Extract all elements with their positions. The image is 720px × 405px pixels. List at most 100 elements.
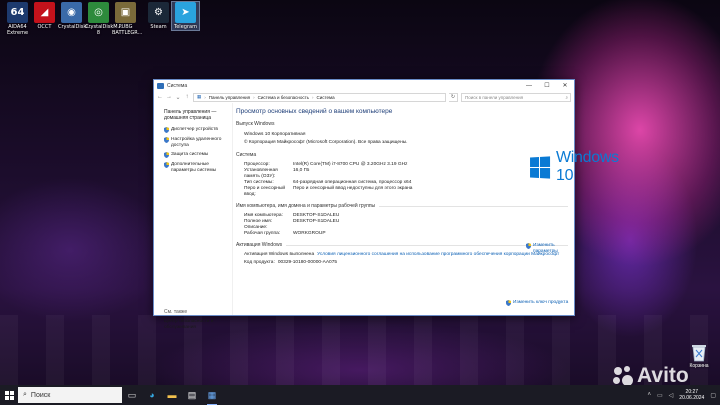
edition-heading: Выпуск Windows	[236, 121, 275, 127]
close-button[interactable]: ✕	[556, 80, 574, 91]
volume-icon[interactable]: ◁	[669, 392, 674, 399]
control-panel-taskbar-icon[interactable]: ▦	[202, 385, 222, 405]
recycle-bin-label: Корзина	[689, 363, 709, 369]
edge-icon[interactable]: ◕	[142, 385, 162, 405]
see-also-title: См. также	[164, 309, 188, 315]
breadcrumb[interactable]: ▦ › Панель управления › Система и безопа…	[193, 92, 446, 102]
desktop-shortcut[interactable]: ◉ CrystalDiskI...	[58, 2, 93, 30]
breadcrumb-item[interactable]: Система и безопасность	[258, 95, 309, 100]
computer-info: Имя компьютера: DESKTOP-S1DALEU Полное имя…	[236, 213, 568, 237]
change-settings-link[interactable]: Изменить параметры	[526, 243, 572, 254]
system-window[interactable]: Система — ☐ ✕ ← → ⌄ ↑ ▦ › Панель управле…	[153, 79, 619, 330]
product-id-value: 00329-10180-00000-AA075	[277, 260, 338, 265]
crystaldiskmark-icon: ◎	[88, 2, 109, 23]
window-title: Система	[167, 82, 188, 89]
store-icon[interactable]: ▤	[182, 385, 202, 405]
maximize-button[interactable]: ☐	[538, 80, 556, 91]
minimize-button[interactable]: —	[520, 80, 538, 91]
avito-logo-icon	[612, 365, 634, 387]
security-center-link[interactable]: Центр безопасности и обслуживания	[164, 319, 232, 330]
shield-icon	[164, 152, 169, 158]
info-label: Установленная память (ОЗУ):	[244, 168, 278, 179]
file-explorer-icon[interactable]: ▬	[162, 385, 182, 405]
sidebar-item-advanced-settings[interactable]: Дополнительные параметры системы	[164, 162, 232, 173]
info-label: Перо и сенсорный ввод:	[244, 186, 286, 197]
sidebar-item-device-manager[interactable]: Диспетчер устройств	[164, 127, 232, 133]
computer-heading: Имя компьютера, имя домена и параметры р…	[236, 203, 376, 209]
desktop-shortcut[interactable]: ➤ Telegram	[171, 1, 200, 31]
desktop-shortcut-label: CrystalDiskM... 8	[85, 24, 123, 36]
activation-status-row: Активация Windows выполнена Условия лице…	[236, 252, 568, 258]
sidebar-item-label: Дополнительные параметры системы	[171, 162, 217, 173]
control-panel-search-input[interactable]: Поиск в панели управления ⌕	[461, 92, 571, 102]
change-settings-label: Изменить параметры	[533, 243, 558, 254]
pubg-icon: ▣	[115, 2, 136, 23]
desktop-shortcut-label: AIDA64 Extreme	[6, 24, 29, 36]
sidebar-item-remote-access[interactable]: Настройка удаленного доступа	[164, 137, 232, 148]
page-title: Просмотр основных сведений о вашем компь…	[236, 108, 393, 115]
taskbar-search-placeholder: Поиск	[30, 391, 51, 399]
breadcrumb-item[interactable]: Система	[317, 95, 335, 100]
shield-icon	[164, 162, 169, 168]
system-info: Процессор: Intel(R) Core(TM) i7-8700 CPU …	[236, 162, 568, 198]
windows-start-icon	[4, 390, 14, 400]
up-arrow-icon[interactable]: ↑	[184, 94, 190, 100]
info-label: Рабочая группа:	[244, 231, 281, 236]
refresh-icon[interactable]: ↻	[449, 92, 458, 102]
system-window-icon	[157, 82, 164, 89]
steam-icon: ⚙	[148, 2, 169, 23]
search-icon: ⌕	[565, 94, 568, 100]
address-bar-row: ← → ⌄ ↑ ▦ › Панель управления › Система …	[154, 91, 574, 103]
crystaldiskinfo-icon: ◉	[61, 2, 82, 23]
shield-icon	[506, 300, 511, 306]
back-arrow-icon[interactable]: ←	[157, 94, 163, 100]
activation-status: Активация Windows выполнена	[244, 252, 315, 257]
sidebar-item-label: Настройка удаленного доступа	[171, 137, 222, 148]
breadcrumb-item[interactable]: Панель управления	[209, 95, 250, 100]
sidebar-home-link[interactable]: Панель управления — домашняя страница	[164, 109, 232, 121]
sidebar-item-system-protection[interactable]: Защита системы	[164, 152, 232, 158]
search-icon: ⌕	[23, 391, 27, 398]
main-content: Просмотр основных сведений о вашем компь…	[233, 103, 619, 315]
shield-icon	[526, 243, 531, 249]
network-icon[interactable]: ▭	[657, 392, 663, 399]
shield-icon	[164, 127, 169, 133]
notifications-icon[interactable]: ▢	[710, 392, 716, 399]
occt-icon: ◢	[34, 2, 55, 23]
product-id-label: Код продукта:	[244, 260, 275, 265]
info-value: Перо и сенсорный ввод недоступны для это…	[293, 186, 413, 191]
recent-chevron-icon[interactable]: ⌄	[175, 94, 181, 101]
info-row: Рабочая группа: WORKGROUP	[236, 231, 568, 237]
recycle-bin[interactable]: Корзина	[686, 342, 712, 369]
aida64-icon: 64	[7, 2, 28, 23]
taskbar: ⌕ Поиск ▭ ◕ ▬ ▤ ▦ ˄ ▭ ◁ 20:27 20.06.2024…	[0, 385, 720, 405]
edition-copyright: © Корпорация Майкрософт (Microsoft Corpo…	[244, 139, 408, 145]
forward-arrow-icon[interactable]: →	[166, 94, 172, 100]
system-tray: ˄ ▭ ◁ 20:27 20.06.2024 ▢	[647, 385, 716, 405]
shield-icon	[164, 137, 169, 143]
tray-chevron-icon[interactable]: ˄	[647, 392, 651, 398]
info-value: WORKGROUP	[293, 231, 326, 236]
desktop-shortcut[interactable]: 64 AIDA64 Extreme	[4, 2, 31, 36]
desktop-shortcut[interactable]: ◎ CrystalDiskM... 8	[85, 2, 123, 36]
info-value: 16,0 ГБ	[293, 168, 310, 173]
task-view-icon[interactable]: ▭	[122, 385, 142, 405]
info-row: Перо и сенсорный ввод: Перо и сенсорный в…	[236, 186, 568, 198]
desktop-shortcut[interactable]: ▣ PUBG BATTLEGR...	[112, 2, 142, 36]
clock[interactable]: 20:27 20.06.2024	[679, 389, 704, 401]
window-titlebar[interactable]: Система — ☐ ✕	[154, 80, 574, 91]
product-id-row: Код продукта: 00329-10180-00000-AA075	[236, 260, 568, 266]
desktop-shortcut-label: CrystalDiskI...	[58, 24, 93, 30]
sidebar: Панель управления — домашняя страница Ди…	[154, 103, 233, 330]
desktop-shortcut[interactable]: ⚙ Steam	[145, 2, 172, 30]
desktop-shortcut-label: Steam	[150, 24, 167, 30]
desktop-shortcut-label: Telegram	[174, 24, 197, 30]
sidebar-item-label: Диспетчер устройств	[171, 127, 218, 132]
desktop-shortcut[interactable]: ◢ OCCT	[31, 2, 58, 30]
start-button[interactable]	[0, 385, 18, 405]
change-product-key-link[interactable]: Изменить ключ продукта	[506, 300, 568, 306]
sidebar-item-label: Защита системы	[171, 152, 209, 157]
windows-flag-icon	[530, 155, 551, 179]
clock-date: 20.06.2024	[679, 395, 705, 401]
taskbar-search-input[interactable]: ⌕ Поиск	[18, 387, 122, 403]
